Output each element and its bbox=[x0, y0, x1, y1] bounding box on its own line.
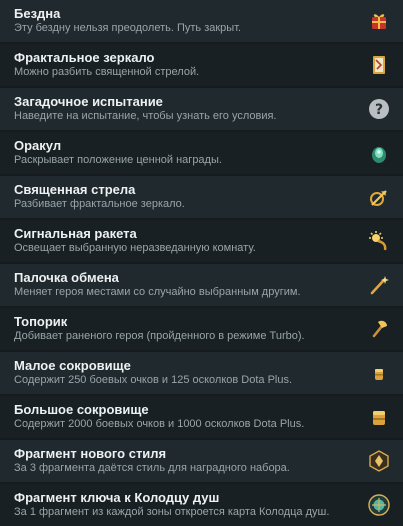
item-title: Малое сокровище bbox=[14, 358, 131, 373]
hatchet-icon bbox=[367, 317, 391, 341]
item-title: Палочка обмена bbox=[14, 270, 119, 285]
item-title: Большое сокровище bbox=[14, 402, 149, 417]
item-title: Топорик bbox=[14, 314, 68, 329]
list-item: Фрактальное зеркало Можно разбить священ… bbox=[0, 44, 403, 86]
item-description: Добивает раненого героя (пройденного в р… bbox=[14, 330, 305, 342]
item-description: Содержит 2000 боевых очков и 1000 осколк… bbox=[14, 418, 305, 430]
wand-icon bbox=[367, 273, 391, 297]
item-title: Фрагмент нового стиля bbox=[14, 446, 167, 461]
list-item: Фрагмент ключа к Колодцу душ За 1 фрагме… bbox=[0, 484, 403, 526]
list-item: Палочка обмена Меняет героя местами со с… bbox=[0, 264, 403, 306]
item-title: Сигнальная ракета bbox=[14, 226, 137, 241]
item-description: За 3 фрагмента даётся стиль для наградно… bbox=[14, 462, 290, 474]
item-title: Священная стрела bbox=[14, 182, 136, 197]
item-description: Эту бездну нельзя преодолеть. Путь закры… bbox=[14, 22, 242, 34]
arrow-icon bbox=[367, 185, 391, 209]
list-item: Священная стрела Разбивает фрактальное з… bbox=[0, 176, 403, 218]
item-title: Фрактальное зеркало bbox=[14, 50, 155, 65]
list-item: Оракул Раскрывает положение ценной награ… bbox=[0, 132, 403, 174]
list-item: Бездна Эту бездну нельзя преодолеть. Пут… bbox=[0, 0, 403, 42]
item-description: Наведите на испытание, чтобы узнать его … bbox=[14, 110, 277, 122]
style-fragment-icon bbox=[367, 449, 391, 473]
item-title: Загадочное испытание bbox=[14, 94, 163, 109]
list-item: Сигнальная ракета Освещает выбранную нер… bbox=[0, 220, 403, 262]
oracle-icon bbox=[367, 141, 391, 165]
item-title: Оракул bbox=[14, 138, 62, 153]
list-item: Малое сокровище Содержит 250 боевых очко… bbox=[0, 352, 403, 394]
item-description: Раскрывает положение ценной награды. bbox=[14, 154, 222, 166]
item-title: Фрагмент ключа к Колодцу душ bbox=[14, 490, 220, 505]
legend-list: Бездна Эту бездну нельзя преодолеть. Пут… bbox=[0, 0, 403, 526]
svg-text:?: ? bbox=[375, 102, 383, 118]
item-description: Освещает выбранную неразведанную комнату… bbox=[14, 242, 256, 254]
item-description: За 1 фрагмент из каждой зоны откроется к… bbox=[14, 506, 330, 518]
question-icon: ? bbox=[367, 97, 391, 121]
flare-icon bbox=[367, 229, 391, 253]
list-item: Фрагмент нового стиля За 3 фрагмента даё… bbox=[0, 440, 403, 482]
small-treasure-icon bbox=[367, 361, 391, 385]
list-item: Топорик Добивает раненого героя (пройден… bbox=[0, 308, 403, 350]
item-title: Бездна bbox=[14, 6, 61, 21]
list-item: Загадочное испытание Наведите на испытан… bbox=[0, 88, 403, 130]
item-description: Разбивает фрактальное зеркало. bbox=[14, 198, 185, 210]
item-description: Можно разбить священной стрелой. bbox=[14, 66, 200, 78]
large-treasure-icon bbox=[367, 405, 391, 429]
list-item: Большое сокровище Содержит 2000 боевых о… bbox=[0, 396, 403, 438]
mirror-icon bbox=[367, 53, 391, 77]
ribbon-gift-icon bbox=[367, 9, 391, 33]
key-fragment-icon bbox=[367, 493, 391, 517]
item-description: Содержит 250 боевых очков и 125 осколков… bbox=[14, 374, 293, 386]
item-description: Меняет героя местами со случайно выбранн… bbox=[14, 286, 301, 298]
